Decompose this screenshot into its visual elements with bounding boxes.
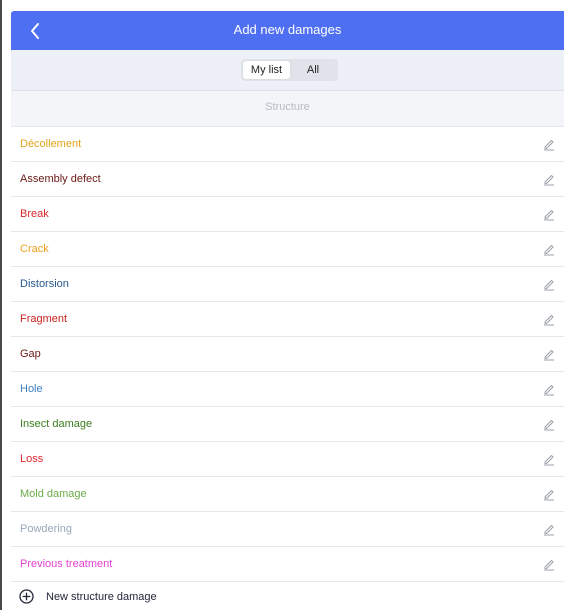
damage-list-item[interactable]: Previous treatment [11,547,564,582]
edit-damage-button[interactable] [542,207,556,221]
damage-list-item[interactable]: Fragment [11,302,564,337]
damage-label: Break [20,208,49,220]
damage-list-item[interactable]: Insect damage [11,407,564,442]
edit-damage-button[interactable] [542,417,556,431]
damage-list-item[interactable]: Hole [11,372,564,407]
edit-damage-button[interactable] [542,557,556,571]
section-header: Structure [11,91,564,127]
damage-list-item[interactable]: Assembly defect [11,162,564,197]
damage-label: Crack [20,243,49,255]
damage-label: Gap [20,348,41,360]
new-structure-damage-label: New structure damage [46,591,157,603]
list-filter-bar: My list All [11,50,564,91]
damage-list-item[interactable]: Décollement [11,127,564,162]
pencil-icon [544,350,554,361]
tab-all[interactable]: All [291,61,335,79]
edit-damage-button[interactable] [542,137,556,151]
pencil-icon [544,245,554,256]
edit-damage-button[interactable] [542,382,556,396]
app-frame: Add new damages My list All Structure Dé… [0,0,564,610]
list-filter-toggle: My list All [241,59,338,81]
damage-label: Fragment [20,313,68,325]
damage-list-item[interactable]: Break [11,197,564,232]
edit-damage-button[interactable] [542,172,556,186]
damage-label: Mold damage [20,488,87,500]
section-title: Structure [265,101,310,113]
damage-list-item[interactable]: Distorsion [11,267,564,302]
damage-label: Insect damage [20,418,93,430]
header-bar: Add new damages [11,11,564,50]
damage-label: Décollement [20,138,82,150]
damage-label: Powdering [20,523,72,535]
edit-damage-button[interactable] [542,347,556,361]
damage-list-item[interactable]: Loss [11,442,564,477]
damage-label: Previous treatment [20,558,113,570]
pencil-icon [544,455,554,466]
damage-label: Assembly defect [20,173,101,185]
pencil-icon [544,315,554,326]
pencil-icon [544,420,554,431]
edit-damage-button[interactable] [542,522,556,536]
window-edge [0,0,2,610]
damage-list: Décollement Assembly defect Break Crack Dist… [11,127,564,582]
edit-damage-button[interactable] [542,452,556,466]
pencil-icon [544,140,554,151]
pencil-icon [544,490,554,501]
pencil-icon [544,280,554,291]
new-structure-damage-button[interactable]: New structure damage [11,586,564,610]
edit-damage-button[interactable] [542,487,556,501]
plus-circle-icon [19,589,34,604]
pencil-icon [544,525,554,536]
pencil-icon [544,385,554,396]
pencil-icon [544,175,554,186]
edit-damage-button[interactable] [542,242,556,256]
edit-damage-button[interactable] [542,312,556,326]
edit-damage-button[interactable] [542,277,556,291]
pencil-icon [544,210,554,221]
damage-label: Distorsion [20,278,69,290]
damage-label: Loss [20,453,44,465]
damage-list-item[interactable]: Powdering [11,512,564,547]
damage-list-item[interactable]: Gap [11,337,564,372]
damage-list-item[interactable]: Mold damage [11,477,564,512]
page-title: Add new damages [233,22,342,37]
pencil-icon [544,560,554,571]
tab-my-list[interactable]: My list [243,61,290,79]
damage-label: Hole [20,383,43,395]
damage-list-item[interactable]: Crack [11,232,564,267]
